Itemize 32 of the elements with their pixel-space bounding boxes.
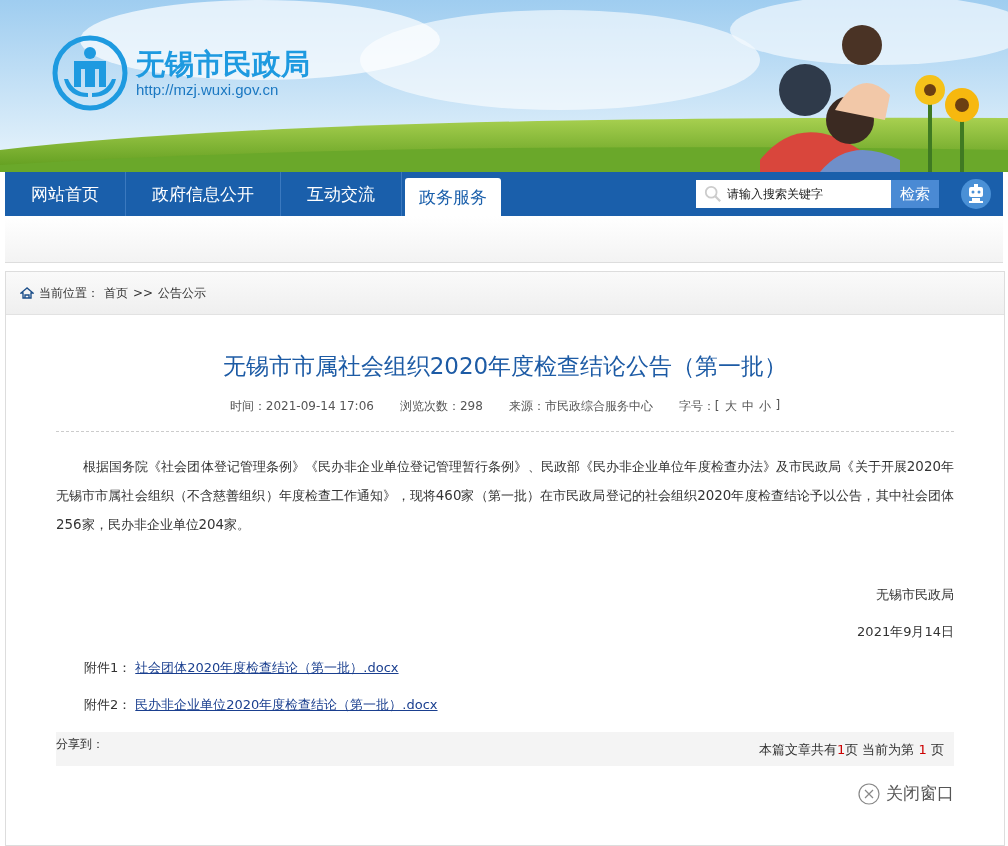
breadcrumb-link[interactable]: 首页 (104, 284, 128, 302)
attachment-link[interactable]: 社会团体2020年度检查结论（第一批）.docx (135, 659, 399, 677)
attachment-link[interactable]: 民办非企业单位2020年度检查结论（第一批）.docx (135, 696, 438, 714)
robot-icon[interactable] (961, 179, 991, 209)
font-size-link[interactable]: 中 (741, 398, 754, 415)
font-size-bracket: ] (775, 398, 781, 414)
font-size-link[interactable]: 大 (724, 398, 737, 415)
font-size-link[interactable]: 小 (758, 398, 771, 415)
pager-text: 本篇文章共有1页 当前为第 1 页 (759, 741, 944, 759)
attachment-label: 附件2： (84, 696, 132, 714)
article-title: 无锡市市属社会组织2020年度检查结论公告（第一批） (221, 352, 789, 381)
breadcrumb-link[interactable]: 公告公示 (158, 284, 207, 302)
home-icon (20, 287, 34, 299)
article-paragraph: 根据国务院《社会团体登记管理条例》《民办非企业单位登记管理暂行条例》、民政部《民办非企业单位年度检查办法》及市民政局《关于开展2020年无锡市市属社会组织（不含慈善组织）年度检查工作通知》，现将460家（第一批）在市民政局登记的社会组织2020年度检查结论予以公告，其中社会团体256家，民办非企业单位204家。 (56, 458, 954, 534)
site-url: http://mzj.wuxi.gov.cn (136, 81, 280, 99)
emblem-icon (52, 35, 128, 111)
close-icon (858, 782, 880, 805)
share-label: 分享到： (56, 736, 104, 753)
meta-info: 时间：2021-09-14 17:06 (229, 398, 374, 415)
meta-info: 来源：市民政综合服务中心 (508, 398, 653, 415)
attachment-label: 附件1： (84, 659, 132, 677)
breadcrumb-separator: >> (133, 286, 154, 300)
close-window-button[interactable]: 关闭窗口 (858, 782, 954, 805)
font-size-label: 字号：[ (678, 398, 720, 415)
search-field[interactable]: 请输入搜索关键字 (696, 180, 891, 208)
meta-info: 浏览次数：298 (399, 398, 483, 415)
site-name: 无锡市民政局 (136, 47, 310, 81)
publish-date: 2021年9月14日 (856, 623, 954, 641)
signature: 无锡市民政局 (875, 586, 954, 604)
search-button[interactable]: 检索 (891, 180, 939, 208)
breadcrumb-label: 当前位置： (39, 284, 99, 302)
nav-tab[interactable]: 政务服务 (405, 178, 501, 216)
